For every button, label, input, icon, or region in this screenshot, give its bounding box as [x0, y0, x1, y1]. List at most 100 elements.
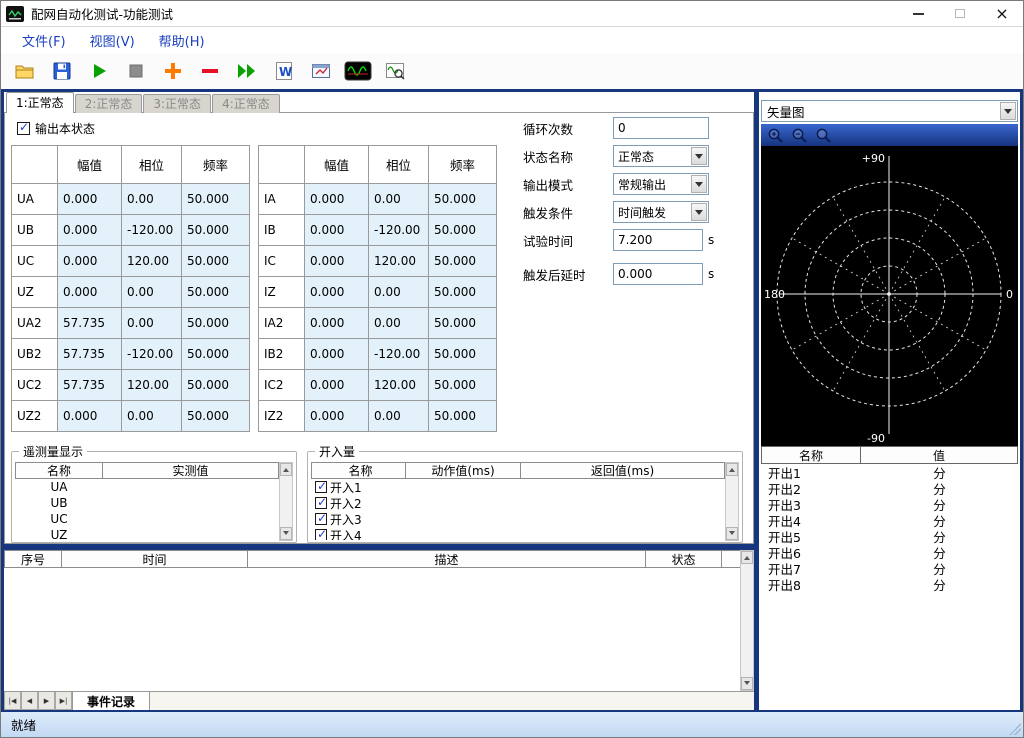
frequency-cell[interactable]: 50.000 [429, 184, 497, 215]
close-button[interactable]: × [981, 1, 1023, 26]
binary-input-row[interactable]: 开入4 [311, 527, 725, 540]
amplitude-cell[interactable]: 0.000 [305, 308, 369, 339]
phase-cell[interactable]: -120.00 [122, 339, 182, 370]
phase-cell[interactable]: 120.00 [369, 246, 429, 277]
amplitude-cell[interactable]: 0.000 [58, 277, 122, 308]
phase-cell[interactable]: 0.00 [122, 308, 182, 339]
phase-cell[interactable]: 120.00 [122, 246, 182, 277]
view-select[interactable]: 矢量图 [761, 100, 1018, 122]
state-tab-4[interactable]: 4:正常态 [212, 94, 280, 113]
event-log-scrollbar[interactable] [740, 550, 754, 691]
frequency-cell[interactable]: 50.000 [182, 308, 250, 339]
phase-cell[interactable]: 0.00 [122, 184, 182, 215]
frequency-cell[interactable]: 50.000 [182, 370, 250, 401]
previous-page-button[interactable]: ◀ [21, 692, 38, 710]
frequency-cell[interactable]: 50.000 [429, 370, 497, 401]
binary-input-checkbox[interactable] [315, 513, 327, 525]
last-page-button[interactable]: ▶| [55, 692, 72, 710]
phase-cell[interactable]: 0.00 [122, 401, 182, 432]
frequency-cell[interactable]: 50.000 [429, 246, 497, 277]
event-log-body[interactable] [4, 568, 740, 691]
scroll-up-icon[interactable] [726, 463, 738, 476]
amplitude-cell[interactable]: 0.000 [58, 184, 122, 215]
phase-cell[interactable]: -120.00 [369, 215, 429, 246]
maximize-button[interactable] [939, 1, 981, 26]
state-tab-2[interactable]: 2:正常态 [75, 94, 143, 113]
amplitude-cell[interactable]: 0.000 [58, 246, 122, 277]
amplitude-cell[interactable]: 0.000 [305, 339, 369, 370]
telemetry-scrollbar[interactable] [279, 462, 293, 541]
word-report-button[interactable]: W [270, 57, 298, 85]
phase-cell[interactable]: 0.00 [369, 184, 429, 215]
binary-input-checkbox[interactable] [315, 481, 327, 493]
waveform-button[interactable] [344, 57, 372, 85]
first-page-button[interactable]: |◀ [4, 692, 21, 710]
frequency-cell[interactable]: 50.000 [182, 277, 250, 308]
start-button[interactable] [85, 57, 113, 85]
amplitude-cell[interactable]: 0.000 [58, 215, 122, 246]
loop-count-input[interactable] [613, 117, 709, 139]
trigger-condition-select[interactable]: 时间触发 [613, 201, 709, 223]
amplitude-cell[interactable]: 57.735 [58, 308, 122, 339]
zoom-reset-button[interactable] [813, 126, 833, 144]
phase-cell[interactable]: 120.00 [369, 370, 429, 401]
state-name-select[interactable]: 正常态 [613, 145, 709, 167]
remove-state-button[interactable] [196, 57, 224, 85]
zoom-in-button[interactable] [765, 126, 785, 144]
binary-input-checkbox[interactable] [315, 497, 327, 509]
amplitude-cell[interactable]: 57.735 [58, 370, 122, 401]
binary-input-row[interactable]: 开入2 [311, 495, 725, 511]
scroll-down-icon[interactable] [726, 527, 738, 540]
scroll-up-icon[interactable] [280, 463, 292, 476]
frequency-cell[interactable]: 50.000 [429, 277, 497, 308]
menu-file[interactable]: 文件(F) [13, 28, 75, 53]
amplitude-cell[interactable]: 0.000 [305, 401, 369, 432]
scroll-down-icon[interactable] [280, 527, 292, 540]
frequency-cell[interactable]: 50.000 [182, 215, 250, 246]
amplitude-cell[interactable]: 57.735 [58, 339, 122, 370]
binary-input-row[interactable]: 开入1 [311, 479, 725, 495]
save-button[interactable] [48, 57, 76, 85]
test-time-input[interactable] [613, 229, 703, 251]
frequency-cell[interactable]: 50.000 [182, 401, 250, 432]
scroll-down-icon[interactable] [741, 677, 753, 690]
frequency-cell[interactable]: 50.000 [182, 339, 250, 370]
frequency-cell[interactable]: 50.000 [429, 401, 497, 432]
phase-cell[interactable]: 120.00 [122, 370, 182, 401]
resize-grip-icon[interactable] [1009, 723, 1021, 735]
minimize-button[interactable] [897, 1, 939, 26]
binary-input-checkbox[interactable] [315, 529, 327, 540]
frequency-cell[interactable]: 50.000 [182, 184, 250, 215]
amplitude-cell[interactable]: 0.000 [58, 401, 122, 432]
frequency-cell[interactable]: 50.000 [429, 339, 497, 370]
frequency-cell[interactable]: 50.000 [182, 246, 250, 277]
zoom-out-button[interactable] [789, 126, 809, 144]
telemetry-row[interactable]: UZ [15, 527, 279, 540]
phase-cell[interactable]: -120.00 [369, 339, 429, 370]
next-page-button[interactable]: ▶ [38, 692, 55, 710]
stop-button[interactable] [122, 57, 150, 85]
output-mode-select[interactable]: 常规输出 [613, 173, 709, 195]
trigger-delay-input[interactable] [613, 263, 703, 285]
window-view-button[interactable] [307, 57, 335, 85]
phase-cell[interactable]: 0.00 [369, 308, 429, 339]
event-log-tab[interactable]: 事件记录 [72, 692, 150, 710]
binary-input-scrollbar[interactable] [725, 462, 739, 541]
amplitude-cell[interactable]: 0.000 [305, 277, 369, 308]
frequency-cell[interactable]: 50.000 [429, 215, 497, 246]
state-tab-3[interactable]: 3:正常态 [143, 94, 211, 113]
telemetry-row[interactable]: UA [15, 479, 279, 495]
output-state-checkbox[interactable] [17, 122, 30, 135]
binary-input-row[interactable]: 开入3 [311, 511, 725, 527]
add-state-button[interactable] [159, 57, 187, 85]
phase-cell[interactable]: 0.00 [122, 277, 182, 308]
frequency-cell[interactable]: 50.000 [429, 308, 497, 339]
state-tab-1[interactable]: 1:正常态 [6, 92, 74, 113]
phase-cell[interactable]: 0.00 [369, 401, 429, 432]
phase-cell[interactable]: 0.00 [369, 277, 429, 308]
phase-cell[interactable]: -120.00 [122, 215, 182, 246]
amplitude-cell[interactable]: 0.000 [305, 246, 369, 277]
scroll-up-icon[interactable] [741, 551, 753, 564]
amplitude-cell[interactable]: 0.000 [305, 184, 369, 215]
binary-output-row[interactable]: 开出8分 [761, 576, 1018, 592]
